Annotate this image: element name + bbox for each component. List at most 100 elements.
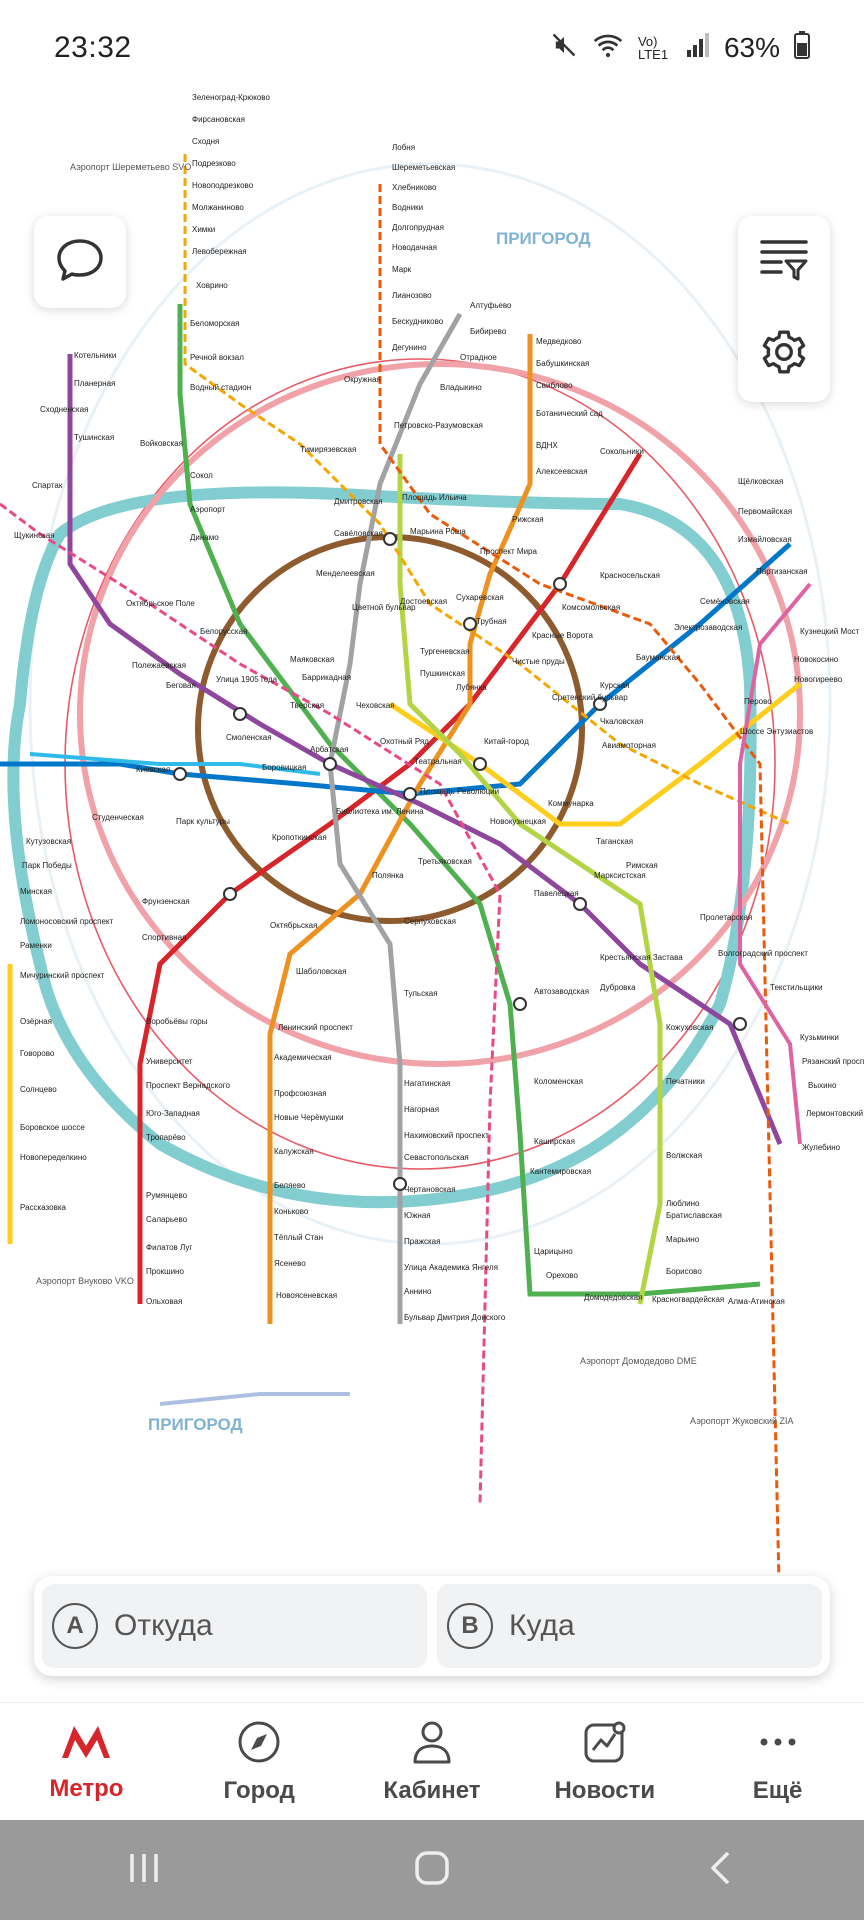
svg-text:Тёплый Стан: Тёплый Стан <box>274 1233 323 1242</box>
svg-text:Сходненская: Сходненская <box>40 405 88 414</box>
from-field[interactable]: A Откуда <box>42 1584 427 1668</box>
svg-text:Библиотека им. Ленина: Библиотека им. Ленина <box>336 807 424 816</box>
svg-text:Сухаревская: Сухаревская <box>456 593 504 602</box>
line-9 <box>327 312 463 1324</box>
svg-text:Озёрная: Озёрная <box>20 1017 52 1026</box>
svg-text:Проспект Вернадского: Проспект Вернадского <box>146 1081 230 1090</box>
svg-text:Улица Академика Янгеля: Улица Академика Янгеля <box>404 1263 498 1272</box>
svg-text:Дегунино: Дегунино <box>392 343 427 352</box>
wifi-icon <box>592 31 624 66</box>
suburb-label-bottom: ПРИГОРОД <box>148 1415 243 1434</box>
bottom-navigation: Метро Город Кабинет Новости Ещё <box>0 1702 864 1821</box>
chat-button[interactable] <box>34 216 126 308</box>
metro-map[interactable]: Зеленоград-Крюково Фирсановская Сходня П… <box>0 64 864 1576</box>
svg-text:Курская: Курская <box>600 681 629 690</box>
svg-text:Коломенская: Коломенская <box>534 1077 583 1086</box>
svg-text:Бульвар Дмитрия Донского: Бульвар Дмитрия Донского <box>404 1313 506 1322</box>
line-2 <box>177 304 761 1297</box>
svg-text:Царицыно: Царицыно <box>534 1247 573 1256</box>
svg-text:Раменки: Раменки <box>20 941 52 950</box>
svg-text:Лианозово: Лианозово <box>392 291 432 300</box>
back-button[interactable] <box>690 1845 750 1895</box>
svg-text:Новогиреево: Новогиреево <box>794 675 843 684</box>
svg-text:Беломорская: Беломорская <box>190 319 240 328</box>
svg-text:Химки: Химки <box>192 225 215 234</box>
network-label: Vo) LTE1 <box>637 34 669 62</box>
svg-text:Южная: Южная <box>404 1211 431 1220</box>
svg-text:Аэропорт Домодедово DME: Аэропорт Домодедово DME <box>580 1356 697 1366</box>
svg-text:Подрезково: Подрезково <box>192 159 236 168</box>
svg-text:Нагатинская: Нагатинская <box>404 1079 450 1088</box>
recent-apps-button[interactable] <box>114 1845 174 1895</box>
svg-text:Солнцево: Солнцево <box>20 1085 57 1094</box>
svg-text:Марьино: Марьино <box>666 1235 700 1244</box>
svg-text:Партизанская: Партизанская <box>756 567 808 576</box>
svg-text:Площадь Революции: Площадь Революции <box>420 787 499 796</box>
metro-logo-icon <box>60 1722 112 1767</box>
svg-text:Полежаевская: Полежаевская <box>132 661 186 670</box>
svg-text:Мичуринский проспект: Мичуринский проспект <box>20 971 105 980</box>
svg-text:Ленинский проспект: Ленинский проспект <box>278 1023 353 1032</box>
svg-text:Кузьминки: Кузьминки <box>800 1033 839 1042</box>
home-button[interactable] <box>402 1845 462 1895</box>
svg-text:Шаболовская: Шаболовская <box>296 967 346 976</box>
svg-text:Кожуховская: Кожуховская <box>666 1023 713 1032</box>
svg-text:Печатники: Печатники <box>666 1077 705 1086</box>
svg-text:Котельники: Котельники <box>74 351 116 360</box>
settings-button[interactable] <box>759 327 809 382</box>
svg-text:Кропоткинская: Кропоткинская <box>272 833 327 842</box>
svg-text:Беговая: Беговая <box>166 681 196 690</box>
svg-text:Ховрино: Ховрино <box>196 281 228 290</box>
svg-text:Красносельская: Красносельская <box>600 571 660 580</box>
filter-list-button[interactable] <box>759 237 809 286</box>
svg-text:Братиславская: Братиславская <box>666 1211 722 1220</box>
svg-text:Тургеневская: Тургеневская <box>420 647 469 656</box>
svg-text:Речной вокзал: Речной вокзал <box>190 353 244 362</box>
svg-text:Бибирево: Бибирево <box>470 327 507 336</box>
svg-text:Полянка: Полянка <box>372 871 404 880</box>
nav-more[interactable]: Ещё <box>698 1720 858 1805</box>
svg-text:Семёновская: Семёновская <box>700 597 750 606</box>
to-field[interactable]: B Куда <box>437 1584 822 1668</box>
nav-metro[interactable]: Метро <box>6 1722 166 1803</box>
svg-text:Люблино: Люблино <box>666 1199 700 1208</box>
svg-text:Боровицкая: Боровицкая <box>262 763 306 772</box>
svg-text:Красные Ворота: Красные Ворота <box>532 631 593 640</box>
svg-text:Беляево: Беляево <box>274 1181 306 1190</box>
nav-city[interactable]: Город <box>179 1720 339 1805</box>
svg-text:Аэропорт: Аэропорт <box>190 505 226 514</box>
svg-text:Минская: Минская <box>20 887 52 896</box>
svg-text:Воробьёвы горы: Воробьёвы горы <box>146 1017 208 1026</box>
svg-text:Молжаниново: Молжаниново <box>192 203 244 212</box>
route-search-bar: A Откуда B Куда <box>34 1576 830 1676</box>
svg-text:Чкаловская: Чкаловская <box>600 717 643 726</box>
svg-text:Отрадное: Отрадное <box>460 353 497 362</box>
nav-account[interactable]: Кабинет <box>352 1720 512 1805</box>
from-badge: A <box>52 1603 98 1649</box>
svg-text:Жулебино: Жулебино <box>802 1143 841 1152</box>
svg-text:Марк: Марк <box>392 265 412 274</box>
svg-text:Римская: Римская <box>626 861 658 870</box>
svg-text:Новые Черёмушки: Новые Черёмушки <box>274 1113 344 1122</box>
svg-text:Филатов Луг: Филатов Луг <box>146 1243 192 1252</box>
svg-text:Профсоюзная: Профсоюзная <box>274 1089 327 1098</box>
svg-text:Тверская: Тверская <box>290 701 324 710</box>
news-chart-icon <box>583 1720 627 1769</box>
svg-text:Аннино: Аннино <box>404 1287 432 1296</box>
svg-text:Волгоградский проспект: Волгоградский проспект <box>718 949 808 958</box>
svg-text:Марксистская: Марксистская <box>594 871 646 880</box>
svg-text:Шоссе Энтузиастов: Шоссе Энтузиастов <box>740 727 813 736</box>
svg-text:Новопеределкино: Новопеределкино <box>20 1153 87 1162</box>
svg-text:Измайловская: Измайловская <box>738 535 792 544</box>
svg-text:Дубровка: Дубровка <box>600 983 636 992</box>
svg-text:Новокосино: Новокосино <box>794 655 839 664</box>
svg-text:Фрунзенская: Фрунзенская <box>142 897 190 906</box>
svg-text:Новодачная: Новодачная <box>392 243 437 252</box>
svg-text:Чеховская: Чеховская <box>356 701 395 710</box>
svg-text:Хлебниково: Хлебниково <box>392 183 437 192</box>
nav-news[interactable]: Новости <box>525 1720 685 1805</box>
svg-text:Ботанический сад: Ботанический сад <box>536 409 603 418</box>
svg-text:Пролетарская: Пролетарская <box>700 913 752 922</box>
metro-map-canvas[interactable]: Зеленоград-Крюково Фирсановская Сходня П… <box>0 64 864 1576</box>
svg-text:Комсомольская: Комсомольская <box>562 603 620 612</box>
